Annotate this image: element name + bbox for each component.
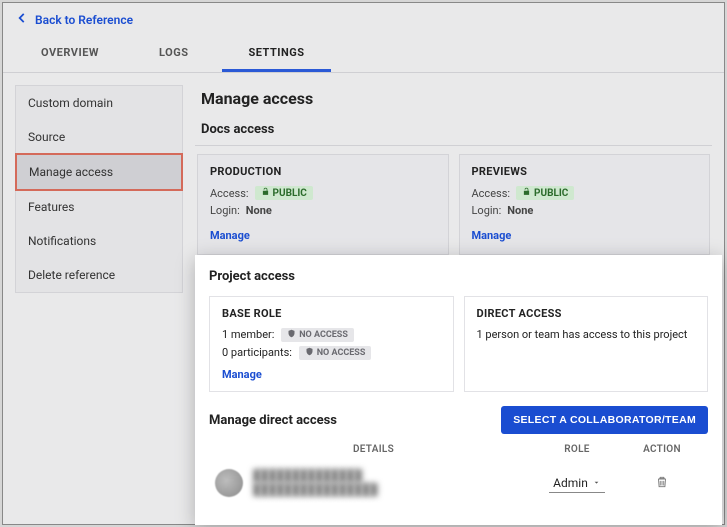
project-access-panel: Project access BASE ROLE 1 member: NO AC… xyxy=(195,255,722,525)
manage-direct-access-heading: Manage direct access xyxy=(209,413,337,428)
page-title: Manage access xyxy=(195,85,712,118)
manage-base-role-link[interactable]: Manage xyxy=(222,368,262,381)
card-title: BASE ROLE xyxy=(222,307,441,320)
sidebar-item-delete-reference[interactable]: Delete reference xyxy=(16,258,182,292)
project-access-heading: Project access xyxy=(209,265,708,292)
tab-bar: OVERVIEW LOGS SETTINGS xyxy=(3,36,724,73)
tab-overview[interactable]: OVERVIEW xyxy=(15,36,125,72)
docs-access-heading: Docs access xyxy=(195,118,712,146)
card-title: PREVIEWS xyxy=(472,165,698,178)
role-value: Admin xyxy=(553,476,588,490)
sidebar-item-custom-domain[interactable]: Custom domain xyxy=(16,86,182,120)
col-details: DETAILS xyxy=(215,444,532,455)
chevron-down-icon xyxy=(592,476,601,490)
role-dropdown[interactable]: Admin xyxy=(549,474,605,493)
login-label: Login: xyxy=(472,204,502,217)
settings-sidebar: Custom domain Source Manage access Featu… xyxy=(15,85,183,293)
tab-settings[interactable]: SETTINGS xyxy=(222,36,330,72)
sidebar-item-manage-access[interactable]: Manage access xyxy=(15,153,183,191)
login-value: None xyxy=(507,204,533,217)
shield-icon xyxy=(287,329,296,341)
col-role: ROLE xyxy=(532,444,622,455)
back-label: Back to Reference xyxy=(35,13,133,27)
main-content: Manage access Docs access PRODUCTION Acc… xyxy=(195,85,712,510)
avatar xyxy=(215,469,243,497)
manage-production-link[interactable]: Manage xyxy=(210,229,250,242)
sidebar-item-source[interactable]: Source xyxy=(16,120,182,154)
collaborator-email: ████████████████ xyxy=(253,483,378,497)
docs-card-previews: PREVIEWS Access: PUBLIC Login: None Mana… xyxy=(459,154,711,255)
unlock-icon xyxy=(261,187,270,199)
access-label: Access: xyxy=(472,187,511,200)
trash-icon xyxy=(655,478,669,492)
manage-previews-link[interactable]: Manage xyxy=(472,229,512,242)
access-table-row: ██████████████ ████████████████ Admin xyxy=(209,461,708,505)
arrow-left-icon xyxy=(15,11,29,28)
base-role-card: BASE ROLE 1 member: NO ACCESS 0 particip… xyxy=(209,296,454,392)
card-title: PRODUCTION xyxy=(210,165,436,178)
select-collaborator-button[interactable]: SELECT A COLLABORATOR/TEAM xyxy=(501,406,708,434)
col-action: ACTION xyxy=(622,444,702,455)
back-to-reference-link[interactable]: Back to Reference xyxy=(3,3,724,36)
direct-access-card: DIRECT ACCESS 1 person or team has acces… xyxy=(464,296,709,392)
no-access-badge: NO ACCESS xyxy=(281,328,354,342)
delete-row-button[interactable] xyxy=(655,478,669,492)
login-label: Login: xyxy=(210,204,240,217)
unlock-icon xyxy=(522,187,531,199)
shield-icon xyxy=(305,347,314,359)
login-value: None xyxy=(246,204,272,217)
tab-logs[interactable]: LOGS xyxy=(133,36,214,72)
access-table-header: DETAILS ROLE ACTION xyxy=(209,434,708,461)
member-count: 1 member: xyxy=(222,328,274,341)
participants-count: 0 participants: xyxy=(222,346,292,359)
access-label: Access: xyxy=(210,187,249,200)
public-badge: PUBLIC xyxy=(255,186,313,200)
direct-access-summary: 1 person or team has access to this proj… xyxy=(477,328,696,341)
no-access-badge: NO ACCESS xyxy=(299,346,372,360)
card-title: DIRECT ACCESS xyxy=(477,307,696,320)
docs-card-production: PRODUCTION Access: PUBLIC Login: None Ma… xyxy=(197,154,449,255)
sidebar-item-features[interactable]: Features xyxy=(16,190,182,224)
sidebar-item-notifications[interactable]: Notifications xyxy=(16,224,182,258)
collaborator-name: ██████████████ xyxy=(253,469,378,483)
public-badge: PUBLIC xyxy=(516,186,574,200)
